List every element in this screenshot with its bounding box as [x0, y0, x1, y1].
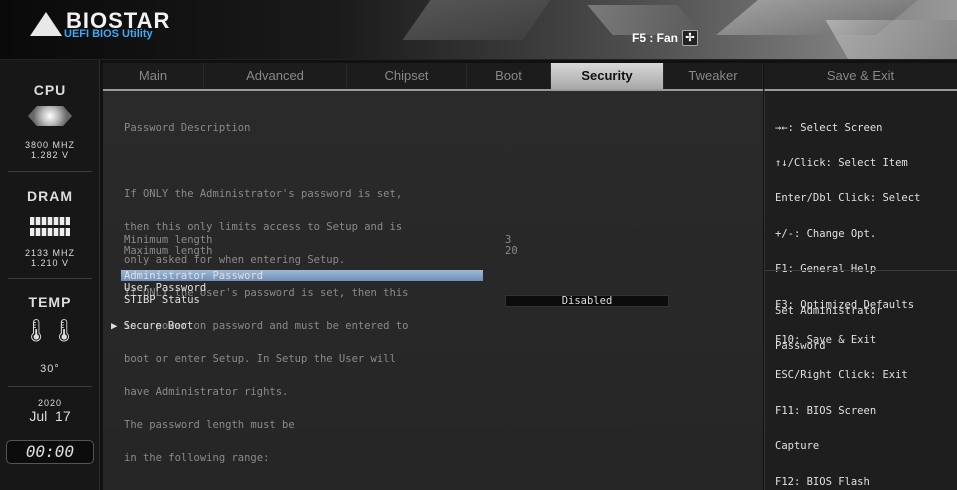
cpu-stats: 3800 MHZ 1.282 V — [0, 140, 100, 160]
temp-value-wrap: 30° — [0, 363, 100, 375]
desc-line: in the following range: — [124, 452, 270, 464]
date-section: 2020 Jul 17 — [0, 398, 100, 424]
clock-display: 00:00 — [6, 440, 94, 464]
item-help-text: Set Administrator Password — [775, 282, 882, 376]
sidebar-divider — [8, 386, 92, 387]
dram-voltage: 1.210 V — [30, 258, 70, 268]
fan-shortcut[interactable]: F5 : Fan ✢ — [632, 30, 699, 46]
sidebar-divider — [8, 278, 92, 279]
desc-line: If ONLY the Administrator's password is … — [124, 188, 403, 200]
clock-section: 00:00 — [0, 440, 100, 464]
dram-stats: 2133 MHZ 1.210 V — [0, 248, 100, 268]
banner-shard — [402, 0, 558, 40]
max-length-value: 20 — [505, 245, 518, 257]
user-password-item[interactable]: User Password — [124, 283, 206, 294]
help-divider — [765, 270, 957, 271]
item-help-line: Set Administrator — [775, 304, 883, 317]
help-panel: →←: Select Screen ↑↓/Click: Select Item … — [764, 89, 957, 490]
cpu-icon — [0, 106, 100, 126]
cpu-frequency: 3800 MHZ — [24, 140, 76, 150]
key-help-line: +/-: Change Opt. — [775, 227, 877, 240]
tab-boot[interactable]: Boot — [467, 63, 551, 89]
stibp-status-value: Disabled — [505, 295, 669, 307]
desc-line — [124, 156, 408, 167]
cpu-title: CPU — [33, 82, 67, 98]
stibp-status-label: STIBP Status — [124, 294, 200, 306]
year: 2020 — [37, 398, 63, 408]
thermometer-icon: 🌡🌡 — [22, 318, 78, 343]
dram-frequency: 2133 MHZ — [24, 248, 76, 258]
dram-title: DRAM — [27, 188, 73, 204]
temp-title: TEMP — [28, 294, 72, 310]
desc-line: then this only limits access to Setup an… — [124, 221, 403, 233]
bios-subtitle: UEFI BIOS Utility — [64, 28, 153, 40]
logo-triangle-icon — [30, 12, 62, 36]
desc-line: The password length must be — [124, 419, 295, 431]
temp-section: TEMP — [0, 294, 100, 310]
key-help-line: Capture — [775, 440, 820, 453]
secure-boot-item[interactable]: ▶ Secure Boot — [111, 321, 193, 332]
tab-chipset[interactable]: Chipset — [347, 63, 467, 89]
fan-shortcut-label: F5 : Fan — [632, 31, 679, 45]
key-help-line: ↑↓/Click: Select Item — [775, 156, 908, 169]
max-length-label: Maximum length — [124, 245, 213, 257]
temp-value: 30° — [40, 363, 60, 375]
security-panel: Password Description If ONLY the Adminis… — [103, 89, 763, 490]
desc-line: have Administrator rights. — [124, 386, 289, 398]
dram-section: DRAM — [0, 188, 100, 204]
header-banner: BIOSTAR UEFI BIOS Utility F5 : Fan ✢ — [0, 0, 957, 60]
fan-icon[interactable]: ✢ — [682, 30, 699, 46]
month-day: Jul 17 — [29, 408, 71, 424]
tab-security[interactable]: Security — [551, 63, 664, 89]
key-help-line: F11: BIOS Screen — [775, 404, 877, 417]
tab-advanced[interactable]: Advanced — [204, 63, 347, 89]
tab-main[interactable]: Main — [103, 63, 204, 89]
desc-line: boot or enter Setup. In Setup the User w… — [124, 353, 396, 365]
tab-tweaker[interactable]: Tweaker — [664, 63, 763, 89]
desc-line: Password Description — [124, 122, 251, 134]
banner-shard — [825, 20, 957, 59]
cpu-section: CPU — [0, 82, 100, 98]
key-help-line: Enter/Dbl Click: Select — [775, 192, 921, 205]
top-tabs: Main Advanced Chipset Boot Security Twea… — [103, 63, 763, 89]
item-help-line: Password — [775, 339, 826, 352]
sidebar-divider — [8, 171, 92, 172]
system-info-sidebar: CPU 3800 MHZ 1.282 V DRAM 2133 MHZ 1.210… — [0, 60, 100, 490]
tab-save-exit[interactable]: Save & Exit — [764, 63, 957, 89]
administrator-password-item[interactable]: Administrator Password — [124, 271, 263, 282]
key-help-line: F12: BIOS Flash — [775, 475, 870, 488]
dram-icon — [0, 214, 100, 239]
key-help-line: →←: Select Screen — [775, 121, 883, 134]
cpu-voltage: 1.282 V — [30, 150, 70, 160]
